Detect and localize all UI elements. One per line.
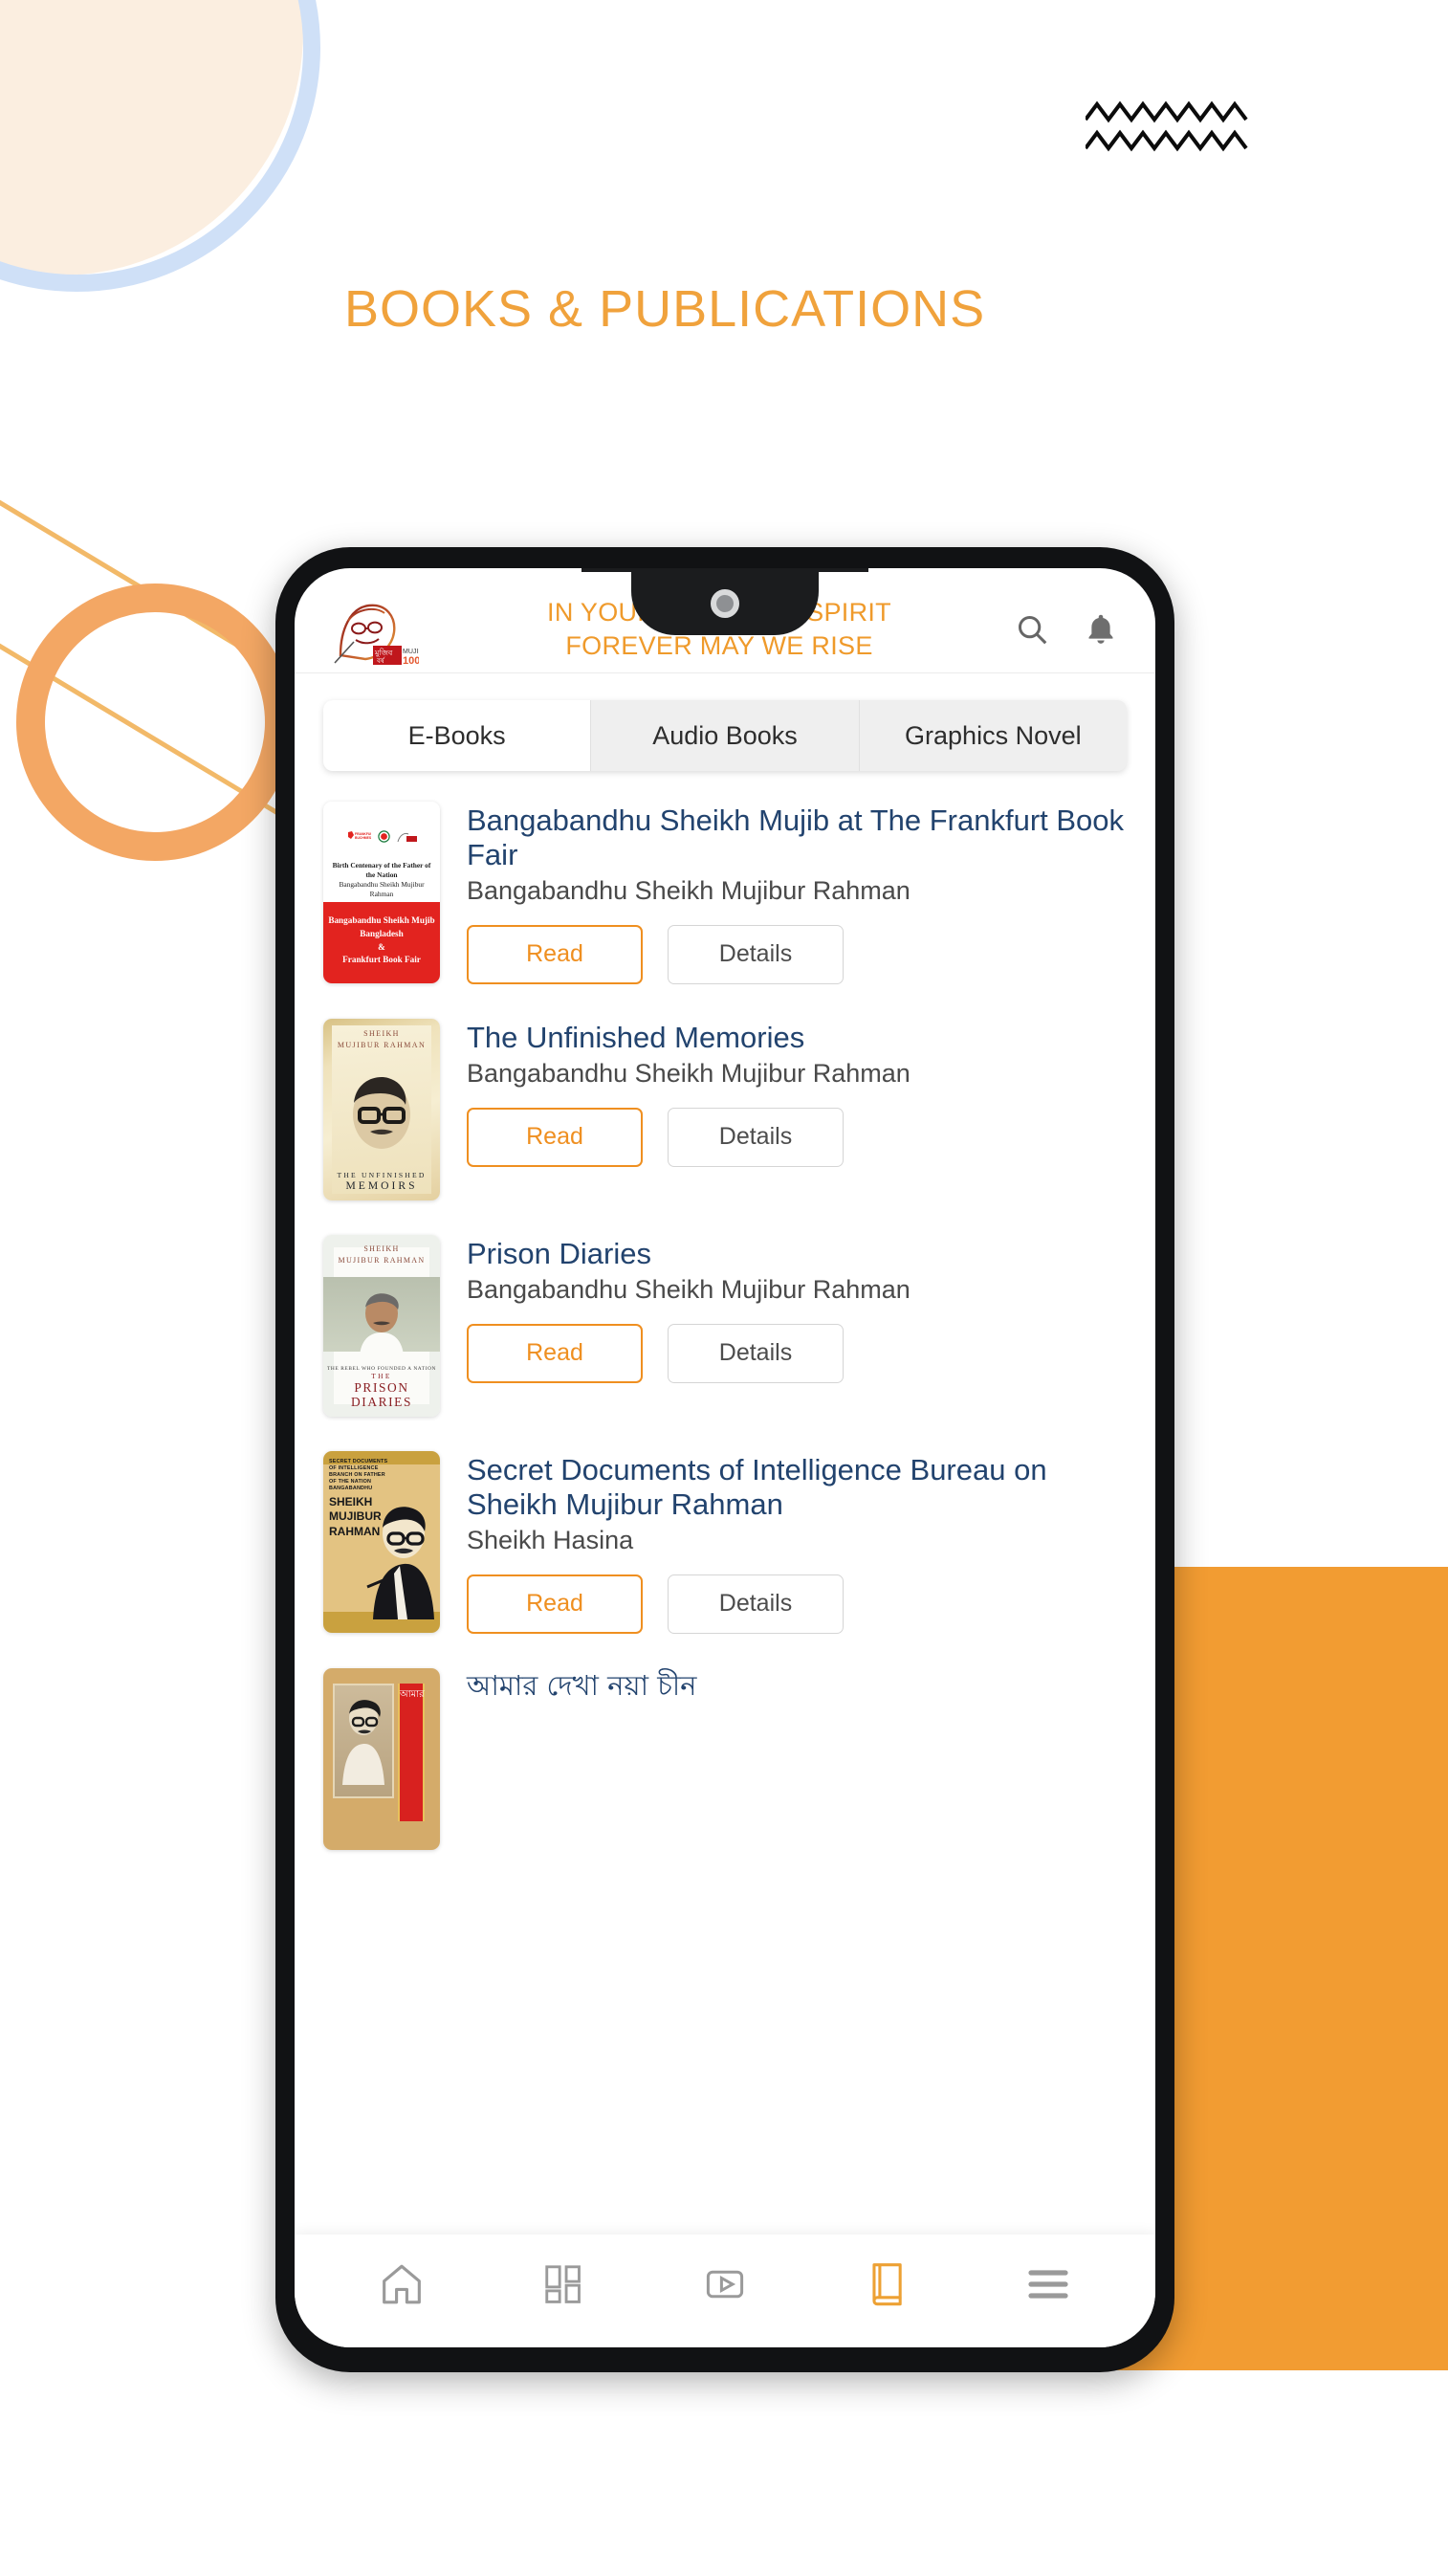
- tabs-container: E-Books Audio Books Graphics Novel: [295, 673, 1155, 775]
- hamburger-menu-icon[interactable]: [1012, 2252, 1085, 2317]
- cover-text: Birth Centenary of the Father of the Nat…: [332, 861, 431, 879]
- book-info: Prison Diaries Bangabandhu Sheikh Mujibu…: [467, 1235, 1127, 1417]
- tab-audio-books[interactable]: Audio Books: [591, 700, 860, 771]
- details-button[interactable]: Details: [668, 924, 844, 984]
- read-button[interactable]: Read: [467, 924, 643, 984]
- book-actions: Read Details: [467, 924, 1127, 984]
- book-icon[interactable]: [850, 2252, 923, 2317]
- list-item[interactable]: FRANKFURTERBUCHMESSE Birth Centenary of …: [295, 781, 1155, 998]
- cover-text: SECRET DOCUMENTS OF INTELLIGENCE BRANCH …: [329, 1458, 388, 1492]
- cover-text: MUJIBUR RAHMAN: [338, 1255, 426, 1265]
- cover-text: আমার: [400, 1688, 425, 1700]
- cover-band: আমার: [398, 1683, 425, 1821]
- cover-text: THE UNFINISHED: [337, 1170, 427, 1179]
- details-button[interactable]: Details: [668, 1323, 844, 1383]
- list-item[interactable]: SHEIKH MUJIBUR RAHMAN THE UNFINISHED MEM…: [295, 998, 1155, 1214]
- cover-text: MUJIBUR RAHMAN: [337, 1040, 427, 1049]
- tab-graphics-novel[interactable]: Graphics Novel: [859, 700, 1127, 771]
- svg-text:MUJIB: MUJIB: [403, 649, 419, 655]
- category-tabs: E-Books Audio Books Graphics Novel: [323, 700, 1127, 771]
- book-cover[interactable]: FRANKFURTERBUCHMESSE Birth Centenary of …: [323, 802, 440, 983]
- svg-text:মুজিব: মুজিব: [374, 649, 393, 657]
- cover-text: DIARIES: [350, 1394, 413, 1409]
- front-camera-icon: [711, 589, 739, 618]
- header-actions: [1012, 607, 1123, 651]
- cover-text: Bangabandhu Sheikh Mujibur Rahman: [339, 879, 425, 898]
- read-button[interactable]: Read: [467, 1323, 643, 1383]
- grid-icon[interactable]: [527, 2252, 600, 2317]
- svg-text:100: 100: [403, 655, 419, 667]
- search-icon[interactable]: [1012, 607, 1052, 651]
- book-title: আমার দেখা নয়া চীন: [467, 1668, 697, 1702]
- book-cover[interactable]: SHEIKH MUJIBUR RAHMAN THE REBEL WHO FOUN…: [323, 1234, 440, 1417]
- page-root: BOOKS & PUBLICATIONS মুজিব বর্ষ MUJI 100…: [0, 0, 1448, 2576]
- list-item[interactable]: আমার আমার দেখা নয়া চীন: [295, 1647, 1155, 1863]
- read-button[interactable]: Read: [467, 1574, 643, 1634]
- cover-text: Bangabandhu Sheikh Mujib: [328, 915, 435, 925]
- decor-blue-ring: [0, 0, 320, 292]
- details-button[interactable]: Details: [668, 1107, 844, 1167]
- cover-text: SHEIKH: [363, 1028, 400, 1038]
- book-actions: Read Details: [467, 1323, 1127, 1383]
- book-author: Sheikh Hasina: [467, 1525, 634, 1554]
- book-info: আমার দেখা নয়া চীন: [467, 1668, 1127, 1850]
- bell-icon[interactable]: [1081, 607, 1121, 651]
- phone-screen: মুজিব বর্ষ MUJIB 100 IN YOUR IMMORTAL SP…: [295, 568, 1155, 2347]
- book-author: Bangabandhu Sheikh Mujibur Rahman: [467, 1274, 910, 1304]
- cover-text: PRISON: [354, 1379, 409, 1395]
- bottom-navigation: [295, 2235, 1155, 2347]
- details-button[interactable]: Details: [668, 1574, 844, 1634]
- cover-text: Bangladesh: [360, 928, 404, 938]
- book-title: Bangabandhu Sheikh Mujib at The Frankfur…: [467, 804, 1125, 871]
- book-author: Bangabandhu Sheikh Mujibur Rahman: [467, 1058, 910, 1088]
- book-actions: Read Details: [467, 1574, 1127, 1634]
- book-actions: Read Details: [467, 1107, 1127, 1167]
- phone-notch: [631, 568, 819, 635]
- page-title: BOOKS & PUBLICATIONS: [344, 280, 986, 338]
- cover-text: &: [378, 941, 385, 952]
- cover-text: MEMOIRS: [345, 1178, 418, 1192]
- cover-text: THE: [371, 1371, 392, 1380]
- svg-text:BUCHMESSE: BUCHMESSE: [355, 836, 371, 840]
- phone-mockup: মুজিব বর্ষ MUJIB 100 IN YOUR IMMORTAL SP…: [275, 547, 1174, 2372]
- book-info: The Unfinished Memories Bangabandhu Shei…: [467, 1019, 1127, 1200]
- book-cover[interactable]: SHEIKH MUJIBUR RAHMAN THE UNFINISHED MEM…: [323, 1018, 440, 1200]
- book-info: Secret Documents of Intelligence Bureau …: [467, 1451, 1127, 1634]
- book-cover[interactable]: SECRET DOCUMENTS OF INTELLIGENCE BRANCH …: [323, 1450, 440, 1633]
- home-icon[interactable]: [365, 2252, 438, 2317]
- cover-text: Frankfurt Book Fair: [342, 955, 421, 965]
- book-author: Bangabandhu Sheikh Mujibur Rahman: [467, 875, 910, 905]
- read-button[interactable]: Read: [467, 1107, 643, 1167]
- tab-ebooks[interactable]: E-Books: [323, 700, 592, 771]
- list-item[interactable]: SECRET DOCUMENTS OF INTELLIGENCE BRANCH …: [295, 1430, 1155, 1647]
- cover-text: SHEIKH: [363, 1244, 400, 1253]
- decor-zigzag: [1086, 100, 1248, 152]
- list-item[interactable]: SHEIKH MUJIBUR RAHMAN THE REBEL WHO FOUN…: [295, 1214, 1155, 1430]
- book-info: Bangabandhu Sheikh Mujib at The Frankfur…: [467, 802, 1127, 984]
- mujib-100-logo[interactable]: মুজিব বর্ষ MUJIB 100: [327, 592, 423, 667]
- video-play-icon[interactable]: [689, 2252, 761, 2317]
- book-list[interactable]: FRANKFURTERBUCHMESSE Birth Centenary of …: [295, 775, 1155, 1863]
- svg-text:বর্ষ: বর্ষ: [376, 657, 385, 665]
- decor-orange-ring: [16, 583, 294, 861]
- book-title: The Unfinished Memories: [467, 1020, 805, 1054]
- book-title: Prison Diaries: [467, 1236, 651, 1270]
- book-title: Secret Documents of Intelligence Bureau …: [467, 1452, 1047, 1521]
- book-cover[interactable]: আমার: [323, 1667, 440, 1850]
